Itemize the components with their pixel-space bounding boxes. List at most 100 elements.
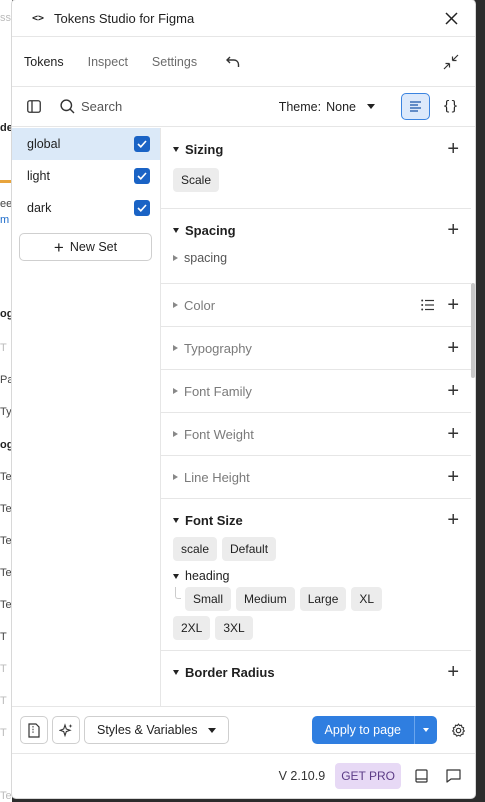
bg-text: Ty xyxy=(0,406,12,418)
token-group[interactable]: heading xyxy=(173,569,459,583)
tab-inspect[interactable]: Inspect xyxy=(88,55,128,69)
bg-text: Te xyxy=(0,567,12,579)
bg-text: T xyxy=(0,342,7,354)
bg-text: T xyxy=(0,663,7,675)
caret-right-icon xyxy=(173,431,178,437)
chevron-down-icon xyxy=(423,728,429,732)
footer-bar: Styles & Variables Apply to page xyxy=(12,706,475,753)
set-item-dark[interactable]: dark xyxy=(12,192,160,224)
section-toggle[interactable]: Color xyxy=(173,298,215,313)
token-chip[interactable]: Large xyxy=(299,587,347,611)
add-token-button[interactable]: + xyxy=(447,662,459,682)
bg-text: Te xyxy=(0,599,12,611)
json-view-button[interactable]: {} xyxy=(436,93,465,120)
section-line-height: Line Height + xyxy=(161,456,471,499)
apply-to-page-button[interactable]: Apply to page xyxy=(311,716,414,744)
token-chip[interactable]: Small xyxy=(185,587,232,611)
add-token-button[interactable]: + xyxy=(447,139,459,159)
version-label: V 2.10.9 xyxy=(278,769,326,783)
list-icon[interactable] xyxy=(421,299,435,311)
section-toggle[interactable]: Font Size xyxy=(173,513,243,528)
section-typography: Typography + xyxy=(161,327,471,370)
theme-selector[interactable]: Theme: None xyxy=(279,100,375,114)
tab-tokens[interactable]: Tokens xyxy=(24,55,64,69)
list-view-icon xyxy=(410,101,421,112)
section-color: Color + xyxy=(161,284,471,327)
styles-variables-dropdown[interactable]: Styles & Variables xyxy=(84,716,229,744)
checkmark-icon xyxy=(137,172,147,180)
token-chip[interactable]: 3XL xyxy=(215,616,253,640)
add-token-button[interactable]: + xyxy=(447,510,459,530)
set-item-light[interactable]: light xyxy=(12,160,160,192)
token-chip[interactable]: scale xyxy=(173,537,218,561)
section-title: Spacing xyxy=(185,222,236,238)
tab-bar: Tokens Inspect Settings xyxy=(12,37,475,87)
section-toggle[interactable]: Spacing xyxy=(173,223,236,238)
section-title: Typography xyxy=(184,340,252,356)
bg-text: ee xyxy=(0,198,12,210)
section-toggle[interactable]: Line Height xyxy=(173,470,250,485)
add-token-button[interactable]: + xyxy=(447,338,459,358)
bg-text: Te xyxy=(0,535,12,547)
token-chip[interactable]: 2XL xyxy=(173,616,211,640)
add-token-button[interactable]: + xyxy=(447,295,459,315)
set-item-global[interactable]: global xyxy=(12,128,160,160)
caret-right-icon xyxy=(173,345,178,351)
toggle-sidebar-button[interactable] xyxy=(22,95,46,119)
sidebar-icon xyxy=(27,100,41,113)
undo-button[interactable] xyxy=(221,50,245,74)
bg-text: ss xyxy=(0,12,11,24)
token-chip[interactable]: Default xyxy=(222,537,277,561)
add-token-button[interactable]: + xyxy=(447,424,459,444)
close-button[interactable] xyxy=(439,6,463,30)
settings-button[interactable] xyxy=(449,718,467,742)
section-toggle[interactable]: Typography xyxy=(173,341,252,356)
section-title: Font Weight xyxy=(184,426,254,442)
bg-text: m xyxy=(0,214,10,226)
file-button[interactable] xyxy=(20,716,48,744)
add-token-button[interactable]: + xyxy=(447,220,459,240)
token-group[interactable]: spacing xyxy=(173,251,459,265)
feedback-button[interactable] xyxy=(441,764,465,788)
code-icon: <> xyxy=(32,12,45,24)
set-checkbox[interactable] xyxy=(134,168,150,184)
set-label: light xyxy=(27,169,50,183)
search-field[interactable]: Search xyxy=(60,99,122,114)
caret-down-icon xyxy=(173,669,179,675)
tab-settings[interactable]: Settings xyxy=(152,55,197,69)
token-chip[interactable]: XL xyxy=(351,587,383,611)
caret-down-icon xyxy=(173,146,179,152)
apply-options-button[interactable] xyxy=(414,716,437,744)
list-view-button[interactable] xyxy=(401,93,430,120)
add-token-button[interactable]: + xyxy=(447,467,459,487)
checkmark-icon xyxy=(137,204,147,212)
section-title: Font Size xyxy=(185,512,243,528)
collapse-window-button[interactable] xyxy=(439,50,463,74)
bg-text: Te xyxy=(0,503,12,515)
scrollbar-thumb[interactable] xyxy=(471,283,475,378)
new-set-button[interactable]: + New Set xyxy=(19,233,152,261)
token-chip[interactable]: Medium xyxy=(236,587,295,611)
plus-icon: + xyxy=(53,237,64,257)
get-pro-button[interactable]: GET PRO xyxy=(335,763,401,789)
token-chip[interactable]: Scale xyxy=(173,168,220,192)
section-toggle[interactable]: Border Radius xyxy=(173,665,275,680)
figma-canvas-background: ss de ee m og T Pa Ty og Te Te Te Te Te … xyxy=(0,0,12,802)
ai-button[interactable] xyxy=(52,716,80,744)
set-checkbox[interactable] xyxy=(134,136,150,152)
section-toggle[interactable]: Sizing xyxy=(173,142,223,157)
section-toggle[interactable]: Font Weight xyxy=(173,427,254,442)
set-label: global xyxy=(27,137,61,151)
section-font-family: Font Family + xyxy=(161,370,471,413)
sparkle-icon xyxy=(58,722,72,737)
theme-label: Theme: xyxy=(278,99,322,114)
chevron-down-icon xyxy=(207,727,216,733)
docs-button[interactable] xyxy=(409,764,433,788)
add-token-button[interactable]: + xyxy=(447,381,459,401)
section-spacing: Spacing + spacing xyxy=(161,209,471,284)
section-font-size: Font Size + scale Default heading Small … xyxy=(161,499,471,651)
title-bar: <> Tokens Studio for Figma xyxy=(12,0,475,37)
section-toggle[interactable]: Font Family xyxy=(173,384,252,399)
set-checkbox[interactable] xyxy=(134,200,150,216)
caret-right-icon xyxy=(173,474,178,480)
